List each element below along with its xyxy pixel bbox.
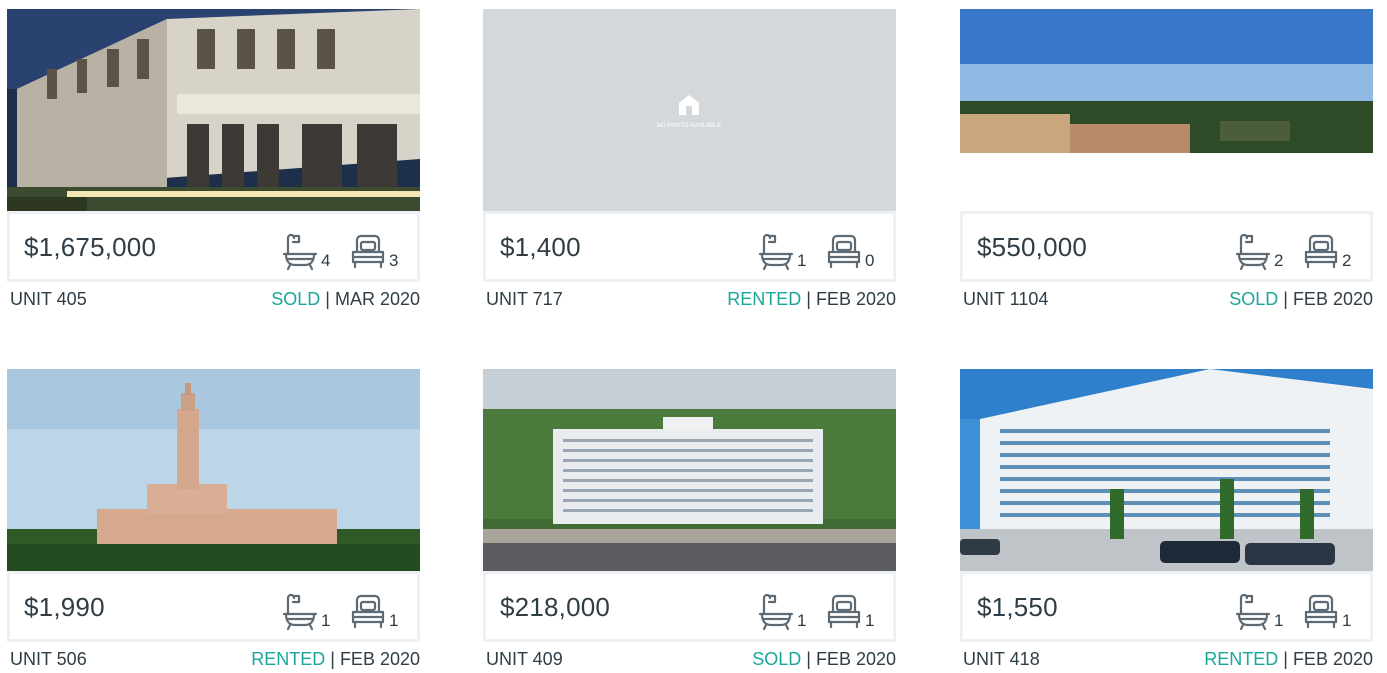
bed-count: 2 <box>1303 226 1351 272</box>
bed-number: 1 <box>1342 611 1352 630</box>
listing-card[interactable]: $218,000 1 1 UNIT 409 SOLD | FEB 2020 <box>483 369 896 673</box>
listing-photo[interactable] <box>960 369 1373 571</box>
bed-number: 3 <box>389 251 399 270</box>
listing-photo[interactable]: NO PHOTO AVAILABLE <box>483 9 896 211</box>
listing-card[interactable]: $1,675,000 4 3 UNIT 405 SOLD | MAR 2020 <box>7 9 420 314</box>
price-bar: $1,990 1 1 <box>7 571 420 642</box>
unit-label: UNIT 717 <box>486 289 563 309</box>
listing-card[interactable]: NO PHOTO AVAILABLE $1,400 1 0 UNIT 717 R… <box>483 9 896 314</box>
price-bar: $1,400 1 0 <box>483 211 896 282</box>
unit-label: UNIT 409 <box>486 649 563 669</box>
listing-card[interactable]: $1,990 1 1 UNIT 506 RENTED | FEB 2020 <box>7 369 420 673</box>
status-line: SOLD | FEB 2020 <box>1229 289 1373 309</box>
listing-meta: UNIT 405 SOLD | MAR 2020 <box>10 289 420 313</box>
listing-meta: UNIT 717 RENTED | FEB 2020 <box>486 289 896 313</box>
bath-count: 4 <box>282 226 330 272</box>
bed-number: 1 <box>389 611 399 630</box>
bathtub-icon <box>282 233 318 271</box>
status-date: MAR 2020 <box>334 289 420 309</box>
bath-count: 1 <box>758 586 806 632</box>
bath-count: 1 <box>758 226 806 272</box>
bed-icon <box>827 234 861 269</box>
bath-number: 1 <box>1274 611 1284 630</box>
status-date: FEB 2020 <box>815 649 896 669</box>
bed-icon <box>1304 234 1338 269</box>
status-line: SOLD | FEB 2020 <box>752 649 896 669</box>
bed-number: 1 <box>865 611 875 630</box>
listing-photo[interactable] <box>7 9 420 211</box>
bed-number: 2 <box>1342 251 1352 270</box>
status-badge: SOLD <box>271 289 321 309</box>
bath-count: 2 <box>1235 226 1283 272</box>
status-line: SOLD | MAR 2020 <box>271 289 420 309</box>
bed-icon <box>351 594 385 629</box>
status-line: RENTED | FEB 2020 <box>251 649 420 669</box>
status-badge: SOLD <box>1229 289 1279 309</box>
bath-count: 1 <box>282 586 330 632</box>
bath-number: 1 <box>797 611 807 630</box>
status-badge: RENTED <box>1204 649 1279 669</box>
bathtub-icon <box>1235 233 1271 271</box>
status-badge: RENTED <box>251 649 326 669</box>
listing-meta: UNIT 506 RENTED | FEB 2020 <box>10 649 420 673</box>
bed-icon <box>1304 594 1338 629</box>
listing-meta: UNIT 418 RENTED | FEB 2020 <box>963 649 1373 673</box>
listing-price: $1,550 <box>977 592 1058 622</box>
no-photo-text: NO PHOTO AVAILABLE <box>657 123 722 129</box>
status-line: RENTED | FEB 2020 <box>727 289 896 309</box>
bathtub-icon <box>758 593 794 631</box>
unit-label: UNIT 506 <box>10 649 87 669</box>
status-badge: RENTED <box>727 289 802 309</box>
status-date: FEB 2020 <box>1292 649 1373 669</box>
listing-price: $1,400 <box>500 232 581 262</box>
bathtub-icon <box>1235 593 1271 631</box>
price-bar: $1,675,000 4 3 <box>7 211 420 282</box>
status-date: FEB 2020 <box>815 289 896 309</box>
listing-photo[interactable] <box>960 9 1373 211</box>
bath-number: 1 <box>797 251 807 270</box>
bed-icon <box>827 594 861 629</box>
listing-price: $1,675,000 <box>24 232 157 262</box>
status-date: FEB 2020 <box>1292 289 1373 309</box>
bed-count: 1 <box>1303 586 1351 632</box>
listing-photo[interactable] <box>7 369 420 571</box>
listing-price: $218,000 <box>500 592 611 622</box>
bath-number: 4 <box>321 251 331 270</box>
status-line: RENTED | FEB 2020 <box>1204 649 1373 669</box>
price-bar: $218,000 1 1 <box>483 571 896 642</box>
unit-label: UNIT 405 <box>10 289 87 309</box>
bed-number: 0 <box>865 251 875 270</box>
bath-count: 1 <box>1235 586 1283 632</box>
listing-photo[interactable] <box>483 369 896 571</box>
bathtub-icon <box>282 593 318 631</box>
bed-count: 1 <box>826 586 874 632</box>
bath-number: 1 <box>321 611 331 630</box>
price-bar: $550,000 2 2 <box>960 211 1373 282</box>
listing-price: $1,990 <box>24 592 105 622</box>
listing-meta: UNIT 409 SOLD | FEB 2020 <box>486 649 896 673</box>
bathtub-icon <box>758 233 794 271</box>
bed-icon <box>351 234 385 269</box>
bed-count: 1 <box>350 586 398 632</box>
bath-number: 2 <box>1274 251 1284 270</box>
unit-label: UNIT 418 <box>963 649 1040 669</box>
price-bar: $1,550 1 1 <box>960 571 1373 642</box>
listing-card[interactable]: $1,550 1 1 UNIT 418 RENTED | FEB 2020 <box>960 369 1373 673</box>
status-badge: SOLD <box>752 649 802 669</box>
listing-price: $550,000 <box>977 232 1088 262</box>
listing-card[interactable]: $550,000 2 2 UNIT 1104 SOLD | FEB 2020 <box>960 9 1373 314</box>
bed-count: 3 <box>350 226 398 272</box>
listing-meta: UNIT 1104 SOLD | FEB 2020 <box>963 289 1373 313</box>
bed-count: 0 <box>826 226 874 272</box>
status-date: FEB 2020 <box>339 649 420 669</box>
unit-label: UNIT 1104 <box>963 289 1049 309</box>
